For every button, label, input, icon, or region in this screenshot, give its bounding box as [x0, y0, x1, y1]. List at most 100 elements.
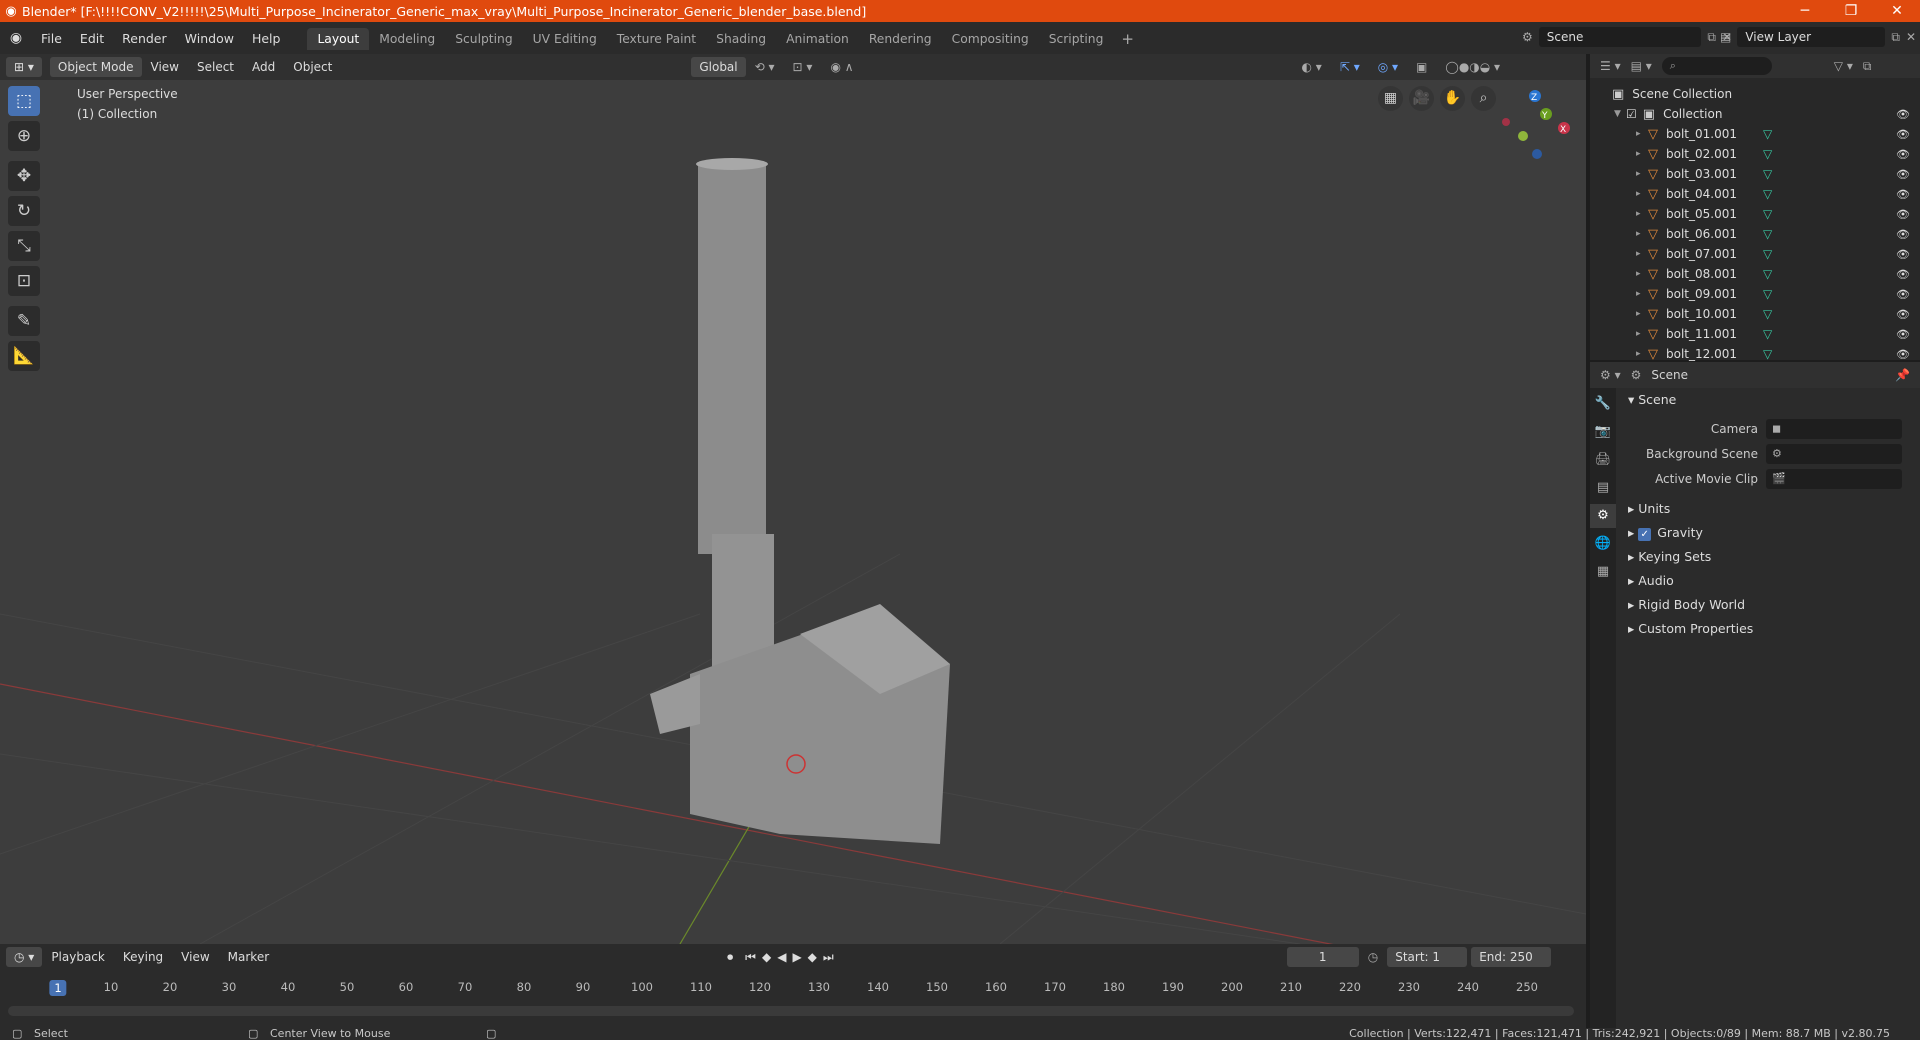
xray-icon[interactable]: ▣	[1407, 60, 1436, 74]
expand-icon[interactable]: ▸	[1636, 249, 1648, 259]
shading-modes-icon[interactable]: ◯●◑◒ ▾	[1436, 60, 1509, 74]
mesh-data-icon[interactable]: ▽	[1763, 327, 1772, 341]
filter-icon[interactable]: ▽ ▾	[1834, 59, 1853, 73]
eye-icon[interactable]: 👁	[1896, 348, 1910, 361]
gravity-panel-header[interactable]: ▸ ✓ Gravity	[1620, 521, 1920, 545]
list-item[interactable]: ▸ ▽ bolt_11.001 ▽ 👁	[1590, 324, 1920, 344]
viewport-menu-select[interactable]: Select	[188, 60, 243, 74]
viewport-scene[interactable]: Z Y X	[0, 54, 1586, 944]
camera-picker[interactable]: ◼	[1766, 418, 1902, 439]
record-icon[interactable]: ⏺	[718, 950, 742, 965]
expand-icon[interactable]: ▸	[1636, 189, 1648, 199]
list-item[interactable]: ▸ ▽ bolt_10.001 ▽ 👁	[1590, 304, 1920, 324]
eye-icon[interactable]: 👁	[1896, 228, 1910, 241]
gravity-checkbox[interactable]: ✓	[1638, 528, 1652, 541]
list-item[interactable]: ▸ ▽ bolt_12.001 ▽ 👁	[1590, 344, 1920, 364]
output-tab-icon[interactable]: 🖨	[1590, 448, 1616, 472]
custom-properties-panel-header[interactable]: ▸ Custom Properties	[1620, 617, 1920, 641]
transform-tool-icon[interactable]: ⊡	[8, 266, 40, 296]
units-panel-header[interactable]: ▸ Units	[1620, 497, 1920, 521]
jump-end-icon[interactable]: ⏭	[820, 950, 837, 965]
tab-uv-editing[interactable]: UV Editing	[523, 28, 607, 50]
measure-tool-icon[interactable]: 📐	[8, 341, 40, 371]
timeline-menu-playback[interactable]: Playback	[42, 950, 114, 964]
maximize-button[interactable]: ❐	[1828, 3, 1874, 19]
mesh-data-icon[interactable]: ▽	[1763, 167, 1772, 181]
timeline-menu-view[interactable]: View	[172, 950, 218, 964]
pivot-point-icon[interactable]: ⟲ ▾	[746, 60, 784, 74]
keying-sets-panel-header[interactable]: ▸ Keying Sets	[1620, 545, 1920, 569]
eye-icon[interactable]: 👁	[1896, 288, 1910, 301]
viewport-menu-view[interactable]: View	[142, 60, 188, 74]
eye-icon[interactable]: 👁	[1896, 148, 1910, 161]
menu-edit[interactable]: Edit	[71, 31, 113, 46]
tab-texture-paint[interactable]: Texture Paint	[607, 28, 706, 50]
frame-tick-current[interactable]: 1	[49, 980, 67, 996]
proportional-edit-icon[interactable]: ◉ ∧	[821, 60, 862, 74]
start-frame-field[interactable]: Start: 1	[1387, 947, 1468, 967]
texture-tab-icon[interactable]: ▦	[1590, 560, 1616, 584]
background-scene-picker[interactable]: ⚙	[1766, 443, 1902, 464]
outliner-panel[interactable]: ☰ ▾ ▤ ▾ ⌕ ▽ ▾ ⧉ ▣ Scene Collection ▼ ☑ ▣…	[1590, 54, 1920, 362]
mesh-data-icon[interactable]: ▽	[1763, 307, 1772, 321]
mesh-data-icon[interactable]: ▽	[1763, 347, 1772, 361]
properties-panel[interactable]: ⚙ ▾ ⚙ Scene 📌 🔧 📷 🖨 ▤ ⚙ 🌐 ▦ ▾ Scene Came…	[1590, 362, 1920, 1028]
list-item[interactable]: ▸ ▽ bolt_05.001 ▽ 👁	[1590, 204, 1920, 224]
scene-collection-row[interactable]: ▣ Scene Collection	[1590, 84, 1920, 104]
rotate-tool-icon[interactable]: ↻	[8, 196, 40, 226]
editor-type-icon[interactable]: ⊞ ▾	[6, 57, 42, 77]
current-frame-field[interactable]: 1	[1286, 947, 1359, 967]
play-reverse-icon[interactable]: ◀	[774, 950, 789, 964]
new-scene-icon[interactable]: ⧉	[1707, 30, 1716, 45]
eye-icon[interactable]: 👁	[1896, 308, 1910, 321]
tab-compositing[interactable]: Compositing	[942, 28, 1039, 50]
end-frame-field[interactable]: End: 250	[1471, 947, 1552, 967]
world-tab-icon[interactable]: 🌐	[1590, 532, 1616, 556]
list-item[interactable]: ▸ ▽ bolt_09.001 ▽ 👁	[1590, 284, 1920, 304]
eye-icon[interactable]: 👁	[1896, 108, 1910, 121]
clock-icon[interactable]: ◷	[1359, 950, 1387, 964]
expand-icon[interactable]: ▸	[1636, 129, 1648, 139]
eye-icon[interactable]: 👁	[1896, 188, 1910, 201]
rigid-body-world-panel-header[interactable]: ▸ Rigid Body World	[1620, 593, 1920, 617]
expand-icon[interactable]: ▸	[1636, 229, 1648, 239]
mesh-data-icon[interactable]: ▽	[1763, 247, 1772, 261]
expand-icon[interactable]: ▸	[1636, 149, 1648, 159]
expand-icon[interactable]: ▸	[1636, 309, 1648, 319]
tab-sculpting[interactable]: Sculpting	[445, 28, 522, 50]
display-mode-icon[interactable]: ▤ ▾	[1631, 59, 1652, 73]
view-layer-selector[interactable]: ▤ View Layer ⧉ ✕	[1720, 26, 1916, 48]
remove-view-layer-icon[interactable]: ✕	[1906, 30, 1916, 44]
eye-icon[interactable]: 👁	[1896, 328, 1910, 341]
collection-row[interactable]: ▼ ☑ ▣ Collection 👁	[1590, 104, 1920, 124]
render-tab-icon[interactable]: 📷	[1590, 420, 1616, 444]
pan-view-icon[interactable]: ✋	[1440, 86, 1465, 111]
overlay-icon[interactable]: ◎ ▾	[1369, 60, 1407, 74]
viewport-menu-add[interactable]: Add	[243, 60, 284, 74]
eye-icon[interactable]: 👁	[1896, 208, 1910, 221]
eye-icon[interactable]: 👁	[1896, 248, 1910, 261]
list-item[interactable]: ▸ ▽ bolt_07.001 ▽ 👁	[1590, 244, 1920, 264]
menu-render[interactable]: Render	[113, 31, 176, 46]
close-button[interactable]: ✕	[1874, 3, 1920, 19]
outliner-editor-type-icon[interactable]: ☰ ▾	[1600, 59, 1621, 73]
camera-view-icon[interactable]: 🎥	[1409, 86, 1434, 111]
transform-orientation-dropdown[interactable]: Global	[691, 57, 746, 77]
view-layer-tab-icon[interactable]: ▤	[1590, 476, 1616, 500]
tool-tab-icon[interactable]: 🔧	[1590, 392, 1616, 416]
menu-help[interactable]: Help	[243, 31, 290, 46]
eye-icon[interactable]: 👁	[1896, 128, 1910, 141]
properties-editor-type-icon[interactable]: ⚙ ▾	[1600, 368, 1621, 382]
select-box-tool-icon[interactable]: ⬚	[8, 86, 40, 116]
eye-icon[interactable]: 👁	[1896, 168, 1910, 181]
annotate-tool-icon[interactable]: ✎	[8, 306, 40, 336]
audio-panel-header[interactable]: ▸ Audio	[1620, 569, 1920, 593]
play-icon[interactable]: ▶	[789, 950, 804, 964]
snap-icon[interactable]: ⊡ ▾	[784, 60, 822, 74]
mesh-data-icon[interactable]: ▽	[1763, 207, 1772, 221]
gizmo-icon[interactable]: ⇱ ▾	[1331, 60, 1369, 74]
menu-window[interactable]: Window	[176, 31, 243, 46]
cursor-tool-icon[interactable]: ⊕	[8, 121, 40, 151]
expand-icon[interactable]: ▸	[1636, 349, 1648, 359]
tab-layout[interactable]: Layout	[307, 28, 370, 50]
